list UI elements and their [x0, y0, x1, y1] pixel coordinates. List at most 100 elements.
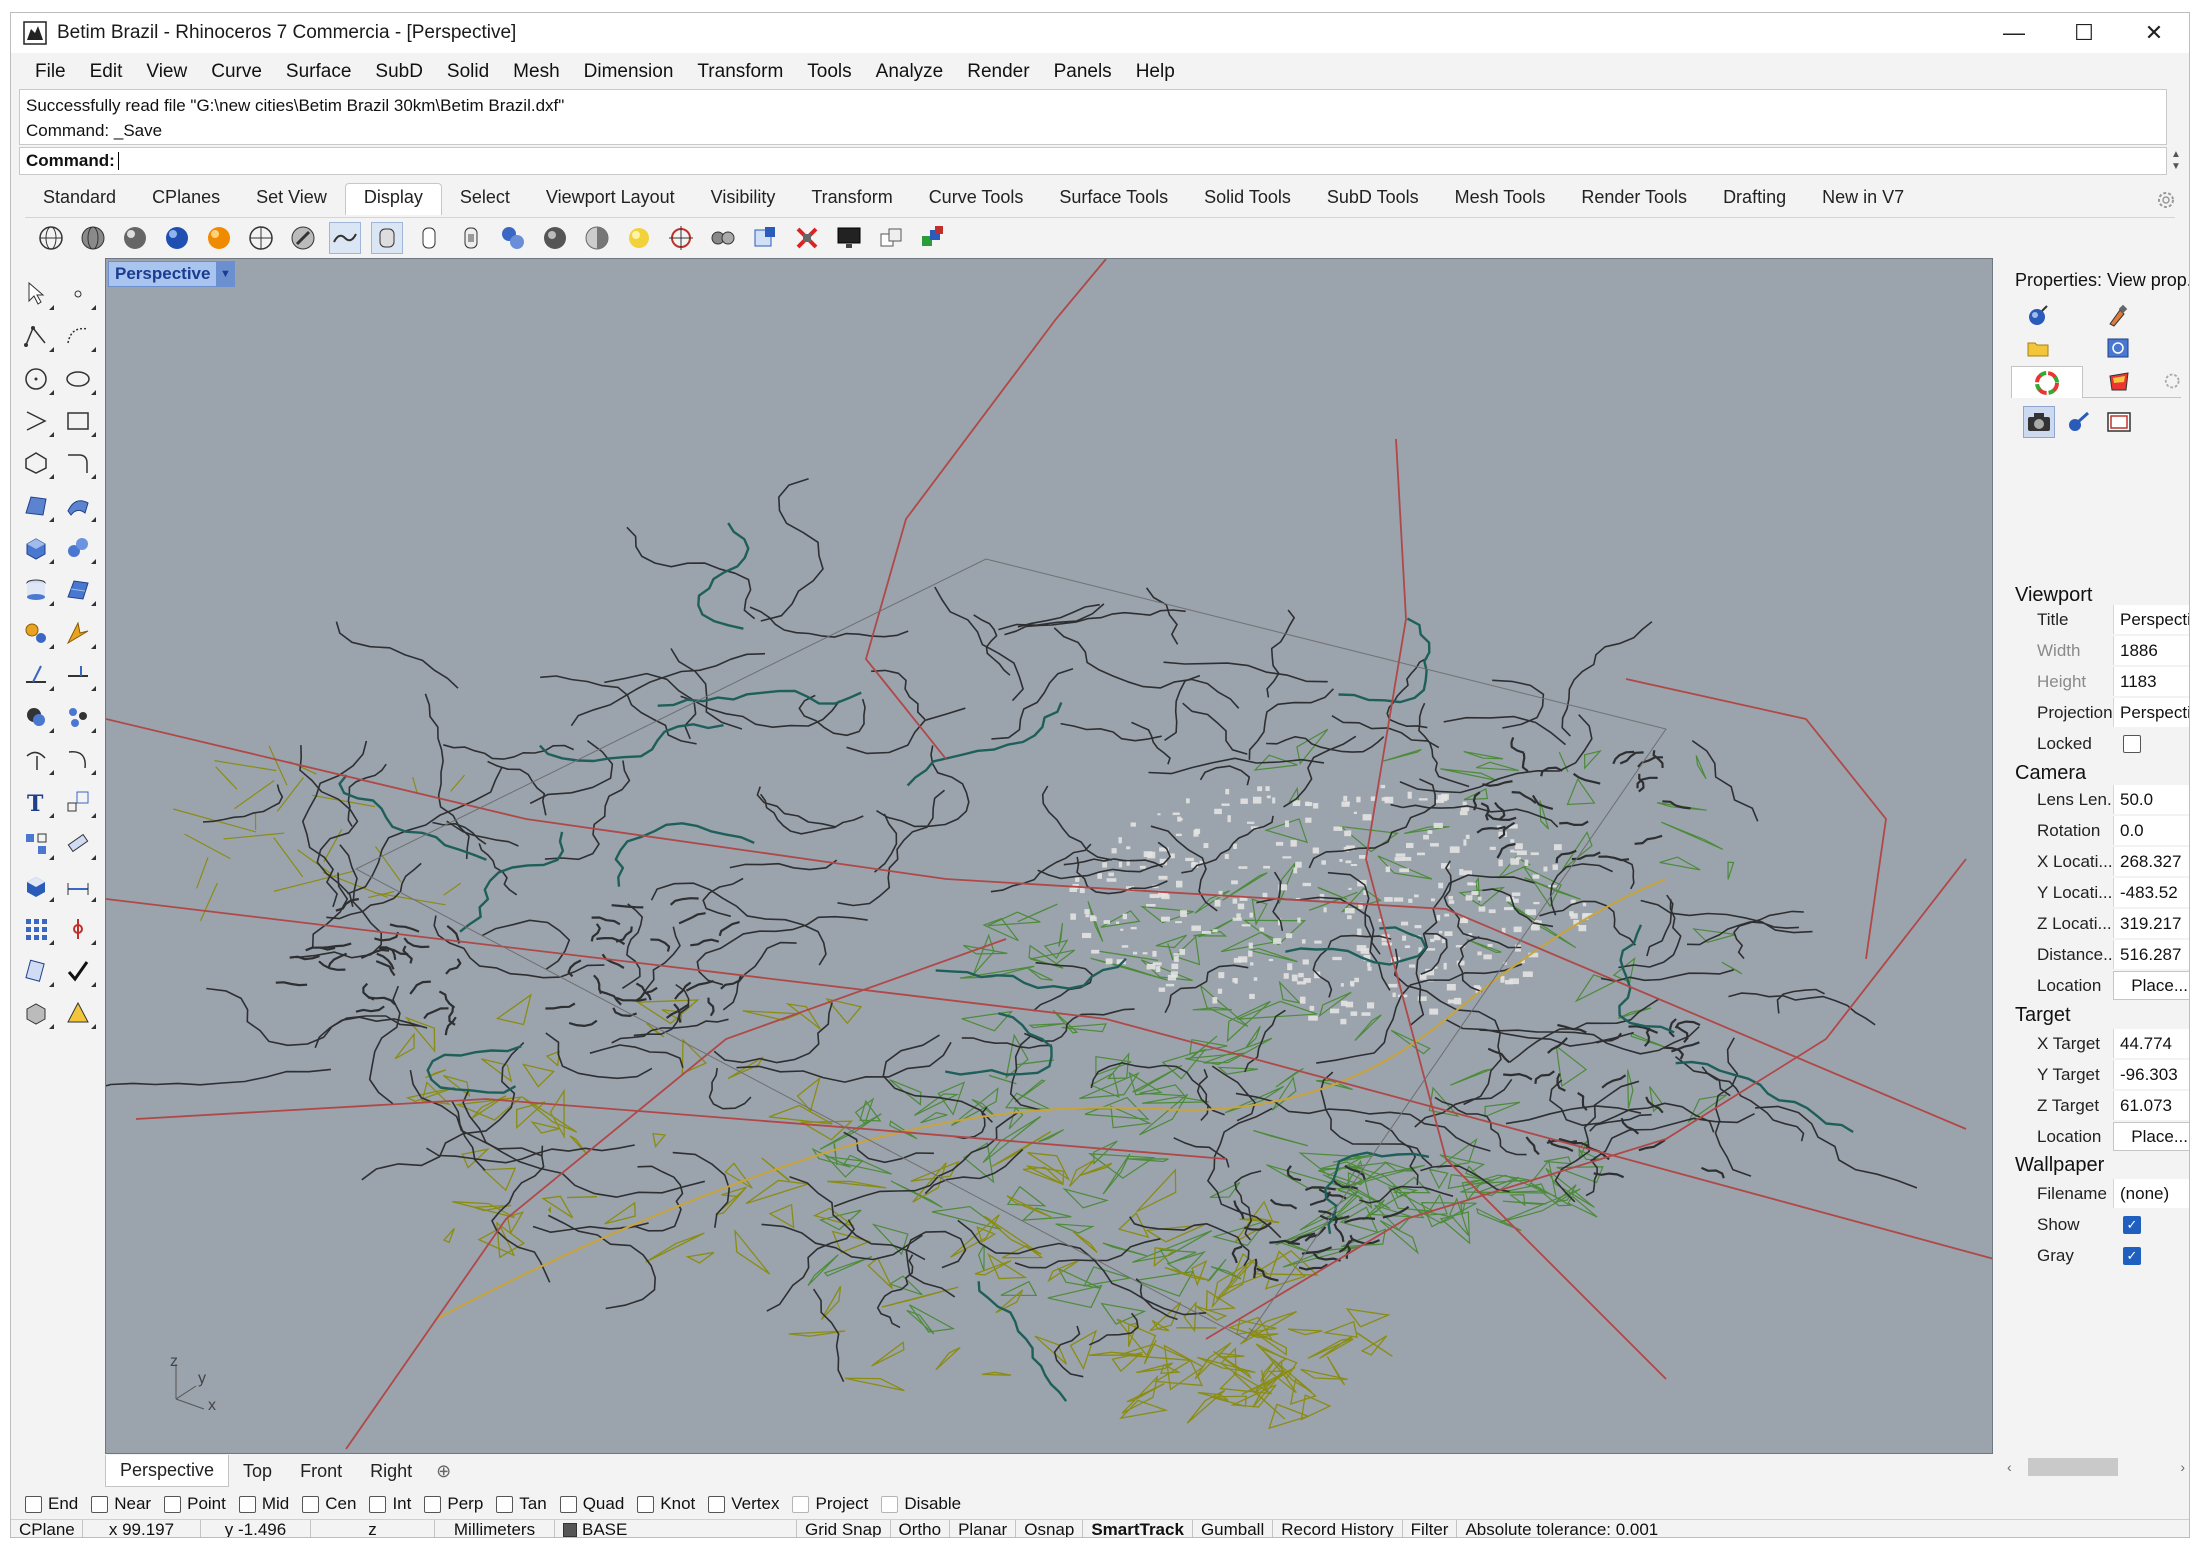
menu-solid[interactable]: Solid	[435, 61, 501, 83]
display-options-icon[interactable]	[413, 222, 445, 254]
title-field[interactable]: Perspective	[2113, 605, 2189, 634]
osnap-mid[interactable]: Mid	[238, 1494, 289, 1514]
scroll-thumb[interactable]	[2027, 1458, 2118, 1476]
tab-cplanes[interactable]: CPlanes	[134, 183, 238, 215]
checkbox[interactable]	[637, 1495, 655, 1513]
show-checkbox[interactable]: ✓	[2123, 1215, 2141, 1234]
z-location-field[interactable]: 319.217	[2113, 909, 2189, 938]
text-icon[interactable]: T	[15, 783, 57, 821]
boxes-icon[interactable]	[875, 222, 907, 254]
rotate-icon[interactable]	[15, 740, 57, 778]
osnap-toggle[interactable]: Osnap	[1016, 1519, 1084, 1537]
render-tools-icon[interactable]	[57, 994, 99, 1032]
camera-place-button[interactable]: Place...	[2113, 971, 2189, 1000]
y-target-field[interactable]: -96.303	[2113, 1060, 2189, 1089]
checkbox[interactable]	[25, 1495, 42, 1513]
command-scroll[interactable]: ▲ ▼	[2167, 147, 2185, 175]
gears-icon[interactable]	[15, 614, 57, 652]
select-arrow-icon[interactable]	[15, 275, 57, 313]
filter-toggle[interactable]: Filter	[1403, 1519, 1458, 1537]
add-viewport-tab-icon[interactable]: ⊕	[426, 1461, 461, 1482]
grid-points-icon[interactable]	[15, 910, 57, 948]
ungroup-icon[interactable]	[57, 698, 99, 736]
mesh-plane-icon[interactable]	[57, 571, 99, 609]
check-icon[interactable]	[57, 952, 99, 990]
surface-icon[interactable]	[15, 487, 57, 525]
tab-mesh-tools[interactable]: Mesh Tools	[1437, 183, 1564, 215]
tab-solid-tools[interactable]: Solid Tools	[1186, 183, 1309, 215]
analyze-icon[interactable]	[15, 952, 57, 990]
disable-clipping-icon[interactable]	[791, 222, 823, 254]
x-target-field[interactable]: 44.774	[2113, 1029, 2189, 1058]
scroll-down-icon[interactable]: ▼	[2171, 161, 2181, 173]
checkbox[interactable]	[559, 1495, 577, 1513]
tab-standard[interactable]: Standard	[25, 183, 134, 215]
materials-icon[interactable]	[2103, 302, 2133, 330]
circle-icon[interactable]	[15, 360, 57, 398]
spheres-icon[interactable]	[57, 529, 99, 567]
dimension-icon[interactable]	[57, 867, 99, 905]
minimize-button[interactable]: —	[1979, 13, 2049, 53]
cplane-status[interactable]: CPlane	[11, 1519, 83, 1537]
projection-select[interactable]: Perspective	[2113, 698, 2189, 727]
checkbox[interactable]	[792, 1495, 810, 1513]
checkbox[interactable]	[91, 1495, 109, 1513]
osnap-point[interactable]: Point	[164, 1494, 226, 1514]
help-panel-icon[interactable]	[2103, 334, 2133, 362]
explode-icon[interactable]	[57, 614, 99, 652]
named-views-icon[interactable]	[2063, 406, 2095, 438]
x-location-field[interactable]: 268.327	[2113, 847, 2189, 876]
scroll-right-icon[interactable]: ›	[2180, 1459, 2185, 1475]
tab-new-in-v7[interactable]: New in V7	[1804, 183, 1922, 215]
fillet-icon[interactable]	[57, 444, 99, 482]
block-icon[interactable]	[15, 867, 57, 905]
arc-rotate-icon[interactable]	[57, 740, 99, 778]
layer-status[interactable]: BASE	[555, 1519, 797, 1537]
colored-boxes-icon[interactable]	[917, 222, 949, 254]
tab-drafting[interactable]: Drafting	[1705, 183, 1804, 215]
perspective-viewport[interactable]: Perspective ▼ z y x	[105, 258, 1993, 1454]
osnap-int[interactable]: Int	[369, 1494, 411, 1514]
menu-transform[interactable]: Transform	[685, 61, 795, 83]
checkbox[interactable]	[369, 1495, 387, 1513]
lights-icon[interactable]	[623, 222, 655, 254]
ellipse-icon[interactable]	[57, 360, 99, 398]
open-folder-icon[interactable]	[2023, 334, 2053, 362]
osnap-end[interactable]: End	[25, 1494, 78, 1514]
solid-tools-icon[interactable]	[15, 994, 57, 1032]
viewport-menu-chevron-down-icon[interactable]: ▼	[216, 261, 235, 287]
half-sphere-icon[interactable]	[581, 222, 613, 254]
rectangle-icon[interactable]	[57, 402, 99, 440]
tab-display[interactable]: Display	[344, 183, 442, 215]
globe-icon[interactable]	[539, 222, 571, 254]
osnap-project[interactable]: Project	[792, 1494, 868, 1514]
y-location-field[interactable]: -483.52	[2113, 878, 2189, 907]
tab-surface-tools[interactable]: Surface Tools	[1041, 183, 1186, 215]
target-place-button[interactable]: Place...	[2113, 1122, 2189, 1151]
distance-field[interactable]: 516.287	[2113, 940, 2189, 969]
ortho-toggle[interactable]: Ortho	[891, 1519, 951, 1537]
tab-set-view[interactable]: Set View	[238, 183, 345, 215]
menu-dimension[interactable]: Dimension	[572, 61, 686, 83]
menu-render[interactable]: Render	[955, 61, 1041, 83]
tab-render-tools[interactable]: Render Tools	[1563, 183, 1705, 215]
checkbox[interactable]	[708, 1495, 726, 1513]
checkbox[interactable]	[496, 1495, 514, 1513]
tab-subd-tools[interactable]: SubD Tools	[1309, 183, 1437, 215]
measure-icon[interactable]	[57, 825, 99, 863]
gumball-icon[interactable]	[57, 910, 99, 948]
checkbox[interactable]	[881, 1495, 899, 1513]
monochrome-mode-icon[interactable]	[371, 221, 403, 254]
object-properties-icon[interactable]	[2023, 302, 2053, 330]
z-target-field[interactable]: 61.073	[2113, 1091, 2189, 1120]
osnap-vertex[interactable]: Vertex	[708, 1494, 779, 1514]
split-icon[interactable]	[57, 656, 99, 694]
tab-select[interactable]: Select	[442, 183, 528, 215]
tab-right[interactable]: Right	[356, 1455, 426, 1487]
curve-icon[interactable]	[57, 317, 99, 355]
array-icon[interactable]	[15, 825, 57, 863]
technical-mode-icon[interactable]	[245, 222, 277, 254]
menu-subd[interactable]: SubD	[363, 61, 435, 83]
layers-tab-icon[interactable]	[2083, 366, 2155, 398]
panel-options-gear-icon[interactable]	[2163, 371, 2181, 391]
